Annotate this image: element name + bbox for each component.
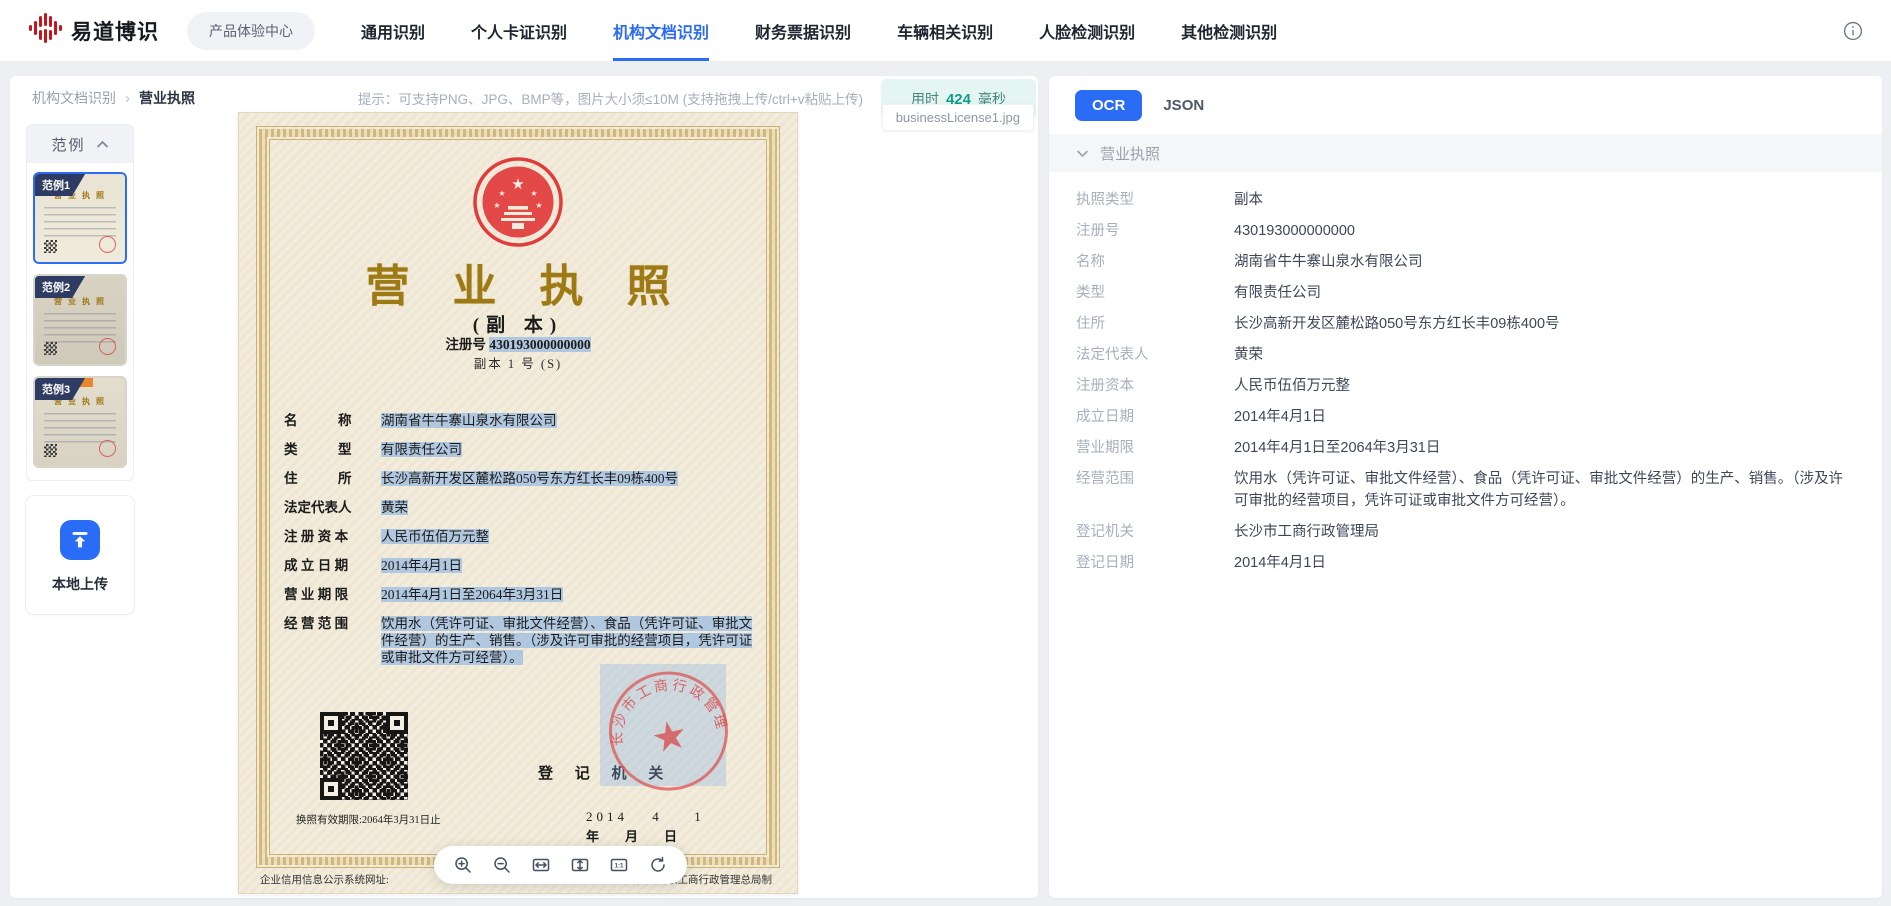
example-thumbnail-2[interactable]: 范例2 营 业 执 照 [33,274,127,366]
chevron-down-icon [1076,145,1089,162]
field-name: 名称湖南省牛牛寨山泉水有限公司 [1076,246,1855,277]
examples-sidebar: 范例 范例1 营 业 执 照 [26,124,134,614]
breadcrumb: 机构文档识别 › 营业执照 [32,88,195,108]
field-reg-date: 登记日期2014年4月1日 [1076,547,1855,578]
tab-json[interactable]: JSON [1163,97,1204,114]
license-document-image: ★ ★ ★ ★ ★ 营 业 执 照 (副 本) 注册号 430193000000… [238,112,798,894]
examples-panel-toggle[interactable]: 范例 [27,125,133,163]
license-renewal-note: 换照有效期限:2064年3月31日止 [296,812,441,827]
app-logo[interactable]: 易道博识 [28,13,159,48]
zoom-out-icon[interactable] [493,856,511,874]
field-reg-no: 注册号430193000000000 [1076,215,1855,246]
license-reg-no-line: 注册号 430193000000000 [238,333,798,353]
license-row-type: 类 型有限责任公司 [284,441,762,458]
field-scope: 经营范围饮用水（凭许可证、审批文件经营）、食品（凭许可证、审批文件经营）的生产、… [1076,463,1855,516]
nav-item-personal-card[interactable]: 个人卡证识别 [471,0,567,61]
nav-item-financial-bill[interactable]: 财务票据识别 [755,0,851,61]
recognition-workspace-card: 机构文档识别 › 营业执照 提示：可支持PNG、JPG、BMP等，图片大小须≤1… [10,76,1038,898]
official-red-stamp: 长沙市工商行政管理局 ★ [594,656,744,810]
nav-item-face-detect[interactable]: 人脸检测识别 [1039,0,1135,61]
license-row-scope: 经 营 范 围饮用水（凭许可证、审批文件经营）、食品（凭许可证、审批文件经营）的… [284,615,762,666]
svg-text:★: ★ [498,189,505,198]
fit-height-icon[interactable] [571,856,589,874]
license-title: 营 业 执 照 [238,250,798,314]
license-qr-code [320,712,408,800]
info-icon[interactable] [1843,21,1863,41]
image-toolbar: 1:1 [434,846,687,884]
license-footer-left: 企业信用信息公示系统网址: [260,872,389,887]
svg-text:★: ★ [493,201,500,210]
zoom-in-icon[interactable] [454,856,472,874]
license-row-founded: 成 立 日 期2014年4月1日 [284,557,762,574]
license-date-units: 年 月 日 [586,826,677,845]
section-title: 营业执照 [1100,143,1160,164]
license-reg-no: 430193000000000 [489,337,590,352]
license-row-name: 名 称湖南省牛牛寨山泉水有限公司 [284,412,762,429]
license-row-capital: 注 册 资 本人民币伍佰万元整 [284,528,762,545]
svg-text:★: ★ [530,189,537,198]
license-fields: 名 称湖南省牛牛寨山泉水有限公司 类 型有限责任公司 住 所长沙高新开发区麓松路… [284,412,762,678]
nav-item-general[interactable]: 通用识别 [361,0,425,61]
tab-ocr[interactable]: OCR [1075,90,1142,121]
rotate-icon[interactable] [649,856,667,874]
field-registrar: 登记机关长沙市工商行政管理局 [1076,516,1855,547]
svg-text:★: ★ [511,177,524,193]
upload-icon [60,520,100,560]
field-address: 住所长沙高新开发区麓松路050号东方红长丰09栋400号 [1076,308,1855,339]
upload-label: 本地上传 [26,574,134,594]
nav-items: 通用识别 个人卡证识别 机构文档识别 财务票据识别 车辆相关识别 人脸检测识别 … [361,0,1277,61]
filename-tag: businessLicense1.jpg [882,104,1034,131]
upload-tip-text: 提示：可支持PNG、JPG、BMP等，图片大小须≤10M (支持拖拽上传/ctr… [358,88,863,108]
section-business-license[interactable]: 营业执照 [1049,134,1882,172]
nav-item-vehicle[interactable]: 车辆相关识别 [897,0,993,61]
field-capital: 注册资本人民币伍佰万元整 [1076,370,1855,401]
license-copy-line: 副本 1 号 (S) [238,353,798,372]
license-row-legal-rep: 法定代表人黄荣 [284,499,762,516]
actual-size-icon[interactable]: 1:1 [610,856,628,874]
svg-text:1:1: 1:1 [615,862,625,869]
field-license-type: 执照类型副本 [1076,184,1855,215]
nav-item-other-detect[interactable]: 其他检测识别 [1181,0,1277,61]
fit-width-icon[interactable] [532,856,550,874]
national-emblem-icon: ★ ★ ★ ★ ★ [472,156,564,253]
local-upload-button[interactable]: 本地上传 [26,496,134,614]
example-thumbnails: 范例1 营 业 执 照 范例2 营 业 执 照 [27,163,133,480]
breadcrumb-current: 营业执照 [139,88,195,108]
examples-panel-title: 范例 [51,134,85,155]
nav-item-institution-doc[interactable]: 机构文档识别 [613,0,709,61]
svg-text:★: ★ [647,711,691,762]
top-nav: 易道博识 产品体验中心 通用识别 个人卡证识别 机构文档识别 财务票据识别 车辆… [0,0,1891,62]
ocr-result-panel: OCR JSON 营业执照 执照类型副本 注册号430193000000000 … [1049,76,1882,898]
chevron-up-icon [96,136,109,153]
field-founded: 成立日期2014年4月1日 [1076,401,1855,432]
result-fields: 执照类型副本 注册号430193000000000 名称湖南省牛牛寨山泉水有限公… [1049,172,1882,590]
field-term: 营业期限2014年4月1日至2064年3月31日 [1076,432,1855,463]
logo-soundwave-icon [28,13,62,48]
license-row-address: 住 所长沙高新开发区麓松路050号东方红长丰09栋400号 [284,470,762,487]
breadcrumb-parent[interactable]: 机构文档识别 [32,88,116,108]
logo-text: 易道博识 [71,16,159,46]
result-tabs: OCR JSON [1049,76,1882,134]
field-type: 类型有限责任公司 [1076,277,1855,308]
license-row-term: 营 业 期 限2014年4月1日至2064年3月31日 [284,586,762,603]
example-thumbnail-1[interactable]: 范例1 营 业 执 照 [33,172,127,264]
license-date-line: 2014 4 1 [586,806,705,825]
breadcrumb-separator: › [125,90,130,107]
svg-text:★: ★ [535,201,542,210]
example-thumbnail-3[interactable]: 范例3 营 业 执 照 [33,376,127,468]
field-legal-rep: 法定代表人黄荣 [1076,339,1855,370]
portal-pill[interactable]: 产品体验中心 [187,12,315,50]
